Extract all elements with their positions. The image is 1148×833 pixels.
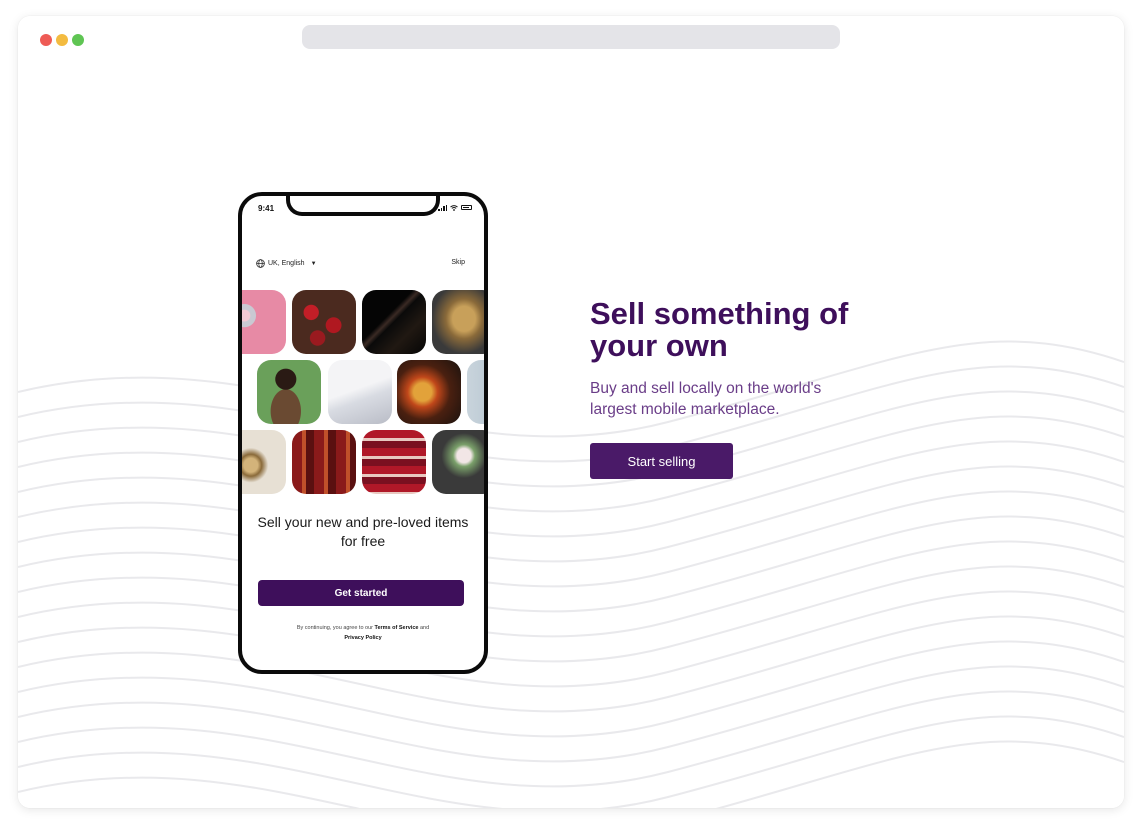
title-bar — [18, 16, 1124, 62]
hero-subcopy: Buy and sell locally on the world's larg… — [590, 380, 822, 418]
start-selling-button[interactable]: Start selling — [590, 443, 733, 479]
phone-tagline: Sell your new and pre-loved items for fr… — [257, 514, 469, 549]
language-selector[interactable]: UK, English ▼ — [256, 259, 317, 268]
legal-text: By continuing, you agree to our Terms of… — [296, 625, 430, 641]
hero-headline: Sell something of your own — [590, 296, 849, 363]
browser-window: 9:41 UK, English ▼ Skip Sell your new an… — [18, 16, 1124, 808]
photo-roses — [292, 290, 356, 354]
terms-link[interactable]: Terms of Service — [375, 625, 419, 631]
photo-bangles — [242, 430, 286, 494]
close-window-button[interactable] — [40, 34, 52, 46]
product-photo-grid — [242, 290, 484, 500]
phone-mockup: 9:41 UK, English ▼ Skip Sell your new an… — [238, 192, 488, 674]
photo-white-heels — [328, 360, 392, 424]
photo-red-fabric — [292, 430, 356, 494]
photo-earrings — [242, 290, 286, 354]
photo-dark-floral — [362, 290, 426, 354]
battery-icon — [461, 205, 472, 210]
phone-notch — [286, 196, 440, 216]
photo-rug — [467, 360, 484, 424]
status-icons — [438, 204, 472, 211]
address-bar[interactable] — [302, 25, 840, 49]
photo-beaded-textile — [397, 360, 461, 424]
photo-corsage — [432, 430, 484, 494]
get-started-button[interactable]: Get started — [258, 580, 464, 606]
skip-link[interactable]: Skip — [451, 259, 465, 266]
globe-icon — [256, 259, 265, 268]
language-label: UK, English — [268, 260, 305, 267]
caret-down-icon: ▼ — [310, 260, 317, 267]
page-content: 9:41 UK, English ▼ Skip Sell your new an… — [18, 62, 1124, 808]
wifi-icon — [450, 204, 458, 211]
privacy-link[interactable]: Privacy Policy — [344, 635, 381, 641]
status-time: 9:41 — [258, 204, 275, 213]
minimize-window-button[interactable] — [56, 34, 68, 46]
wave-background — [18, 340, 1124, 808]
photo-buddha-statue — [432, 290, 484, 354]
maximize-window-button[interactable] — [72, 34, 84, 46]
signal-icon — [438, 204, 447, 211]
photo-textiles-stack — [362, 430, 426, 494]
photo-portrait — [257, 360, 321, 424]
